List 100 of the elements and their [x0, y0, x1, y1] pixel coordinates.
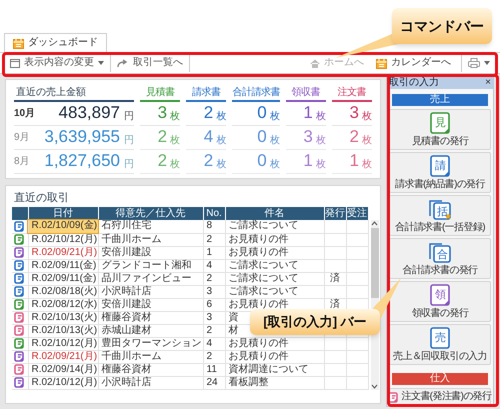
document-count: 3 — [158, 103, 168, 123]
date-cell[interactable]: R.02/08/18(火) — [28, 285, 98, 298]
count-unit: 枚 — [270, 159, 280, 171]
column-header[interactable]: 件名 — [225, 207, 324, 220]
date-cell[interactable]: R.02/09/21(月) — [28, 246, 98, 259]
count-unit: 枚 — [170, 111, 180, 123]
table-cell: 1 — [203, 246, 225, 259]
date-cell[interactable]: R.02/09/14(月) — [28, 363, 98, 376]
document-icon — [14, 312, 26, 323]
action-button[interactable]: 括 合計請求書(一括登録) — [389, 195, 491, 236]
document-count: 1 — [350, 151, 359, 171]
column-header[interactable]: 受注 — [346, 207, 368, 220]
column-header[interactable]: 得意先／仕入先 — [98, 207, 203, 220]
document-count: 1 — [303, 151, 313, 171]
currency-unit: 円 — [124, 135, 134, 147]
count-unit: 枚 — [316, 135, 326, 147]
view-settings-button[interactable]: 表示内容の変更 — [4, 54, 111, 72]
document-icon — [14, 220, 26, 232]
count-unit: 枚 — [170, 135, 180, 147]
count-unit: 枚 — [362, 135, 372, 147]
document-icon — [14, 247, 26, 258]
sales-amount: 3,639,955 — [43, 127, 120, 147]
table-cell: 安倍川建設 — [98, 298, 203, 311]
table-cell: 千曲川ホーム — [98, 350, 203, 363]
header-cell — [12, 207, 28, 220]
action-button[interactable]: 請 請求書(納品書)の発行 — [389, 152, 491, 193]
date-cell[interactable]: R.02/10/12(月) — [28, 376, 98, 389]
document-count: 3 — [350, 103, 359, 123]
column-header[interactable]: 日付 — [28, 207, 98, 220]
date-cell[interactable]: R.02/10/13(火) — [28, 311, 98, 324]
date-cell[interactable]: R.02/09/21(月) — [28, 350, 98, 363]
document-count: 0 — [257, 103, 267, 123]
date-cell[interactable]: R.02/10/12(月) — [28, 233, 98, 246]
document-icon — [429, 112, 451, 134]
table-cell: 権藤谷資材 — [98, 311, 203, 324]
document-glyph: 括 — [437, 206, 448, 217]
document-glyph: 見 — [435, 117, 446, 128]
date-cell[interactable]: R.02/10/13(火) — [28, 324, 98, 337]
date-cell[interactable]: R.02/08/12(水) — [28, 298, 98, 311]
dashboard-tab[interactable]: ダッシュボード — [4, 33, 107, 52]
document-count: 0 — [257, 151, 267, 171]
date-cell[interactable]: R.02/10/09(金) — [28, 220, 98, 233]
close-button[interactable]: × — [485, 78, 491, 88]
transaction-list-button[interactable]: 取引一覧へ — [111, 54, 190, 72]
count-unit: 枚 — [216, 135, 226, 147]
table-cell: 11 — [203, 363, 225, 376]
document-count: 4 — [204, 127, 214, 147]
document-icon — [429, 155, 451, 177]
table-cell: 品川ファインビュー — [98, 272, 203, 285]
count-unit: 枚 — [216, 159, 226, 171]
sales-amount: 1,827,650 — [43, 151, 120, 171]
action-button[interactable]: 領 領収書の発行 — [389, 281, 491, 322]
table-cell: 2 — [203, 272, 225, 285]
column-header: 合計請求書 — [232, 86, 280, 102]
count-unit: 枚 — [270, 111, 280, 123]
scroll-down-icon[interactable] — [371, 384, 378, 388]
table-cell: 権藤谷資材 — [98, 363, 203, 376]
column-header[interactable]: 発行 — [324, 207, 346, 220]
table-cell: 千曲川ホーム — [98, 233, 203, 246]
count-unit: 枚 — [216, 111, 226, 123]
table-cell: 資材調達について — [225, 363, 324, 376]
document-icon — [14, 260, 26, 271]
table-cell: お見積りの件 — [225, 246, 324, 259]
action-button[interactable]: 合 合計請求書の発行 — [389, 238, 491, 279]
column-header[interactable]: No. — [203, 207, 225, 220]
table-cell: 2 — [203, 324, 225, 337]
count-unit: 枚 — [362, 159, 372, 171]
table-cell: お見積りの件 — [225, 233, 324, 246]
action-button[interactable]: 見 見積書の発行 — [389, 109, 491, 150]
document-icon — [14, 299, 26, 310]
sales-amount: 483,897 — [58, 103, 120, 123]
document-icon — [14, 325, 26, 336]
month-label: 10月 — [14, 107, 36, 121]
calendar-icon — [376, 58, 387, 68]
table-cell: 赤城山建材 — [98, 324, 203, 337]
caret-icon — [484, 61, 490, 65]
count-unit: 枚 — [270, 135, 280, 147]
forward-arrow-icon — [117, 58, 129, 68]
date-cell[interactable]: R.02/09/11(金) — [28, 259, 98, 272]
calendar-button[interactable]: カレンダーへ — [370, 54, 457, 72]
callout-label: コマンドバー — [392, 8, 492, 44]
month-label: 8月 — [14, 155, 30, 169]
table-cell: お見積りの件 — [225, 337, 324, 350]
table-cell: 3 — [203, 311, 225, 324]
scroll-up-icon[interactable] — [371, 221, 378, 226]
date-cell[interactable]: R.02/09/11(金) — [28, 272, 98, 285]
table-cell: 24 — [203, 376, 225, 389]
document-icon — [14, 377, 26, 388]
document-icon — [14, 364, 26, 375]
date-cell[interactable]: R.02/10/12(月) — [28, 337, 98, 350]
printer-icon — [468, 58, 480, 68]
document-count: 2 — [204, 151, 214, 171]
document-icon — [14, 273, 26, 284]
count-unit: 枚 — [316, 159, 326, 171]
action-button[interactable]: 売 売上＆回収取引の入力 — [389, 324, 491, 365]
section-header: 仕入 — [392, 373, 488, 385]
document-count: 2 — [204, 103, 214, 123]
document-icon — [388, 392, 400, 402]
table-cell: 2 — [203, 350, 225, 363]
document-count: 1 — [303, 103, 313, 123]
